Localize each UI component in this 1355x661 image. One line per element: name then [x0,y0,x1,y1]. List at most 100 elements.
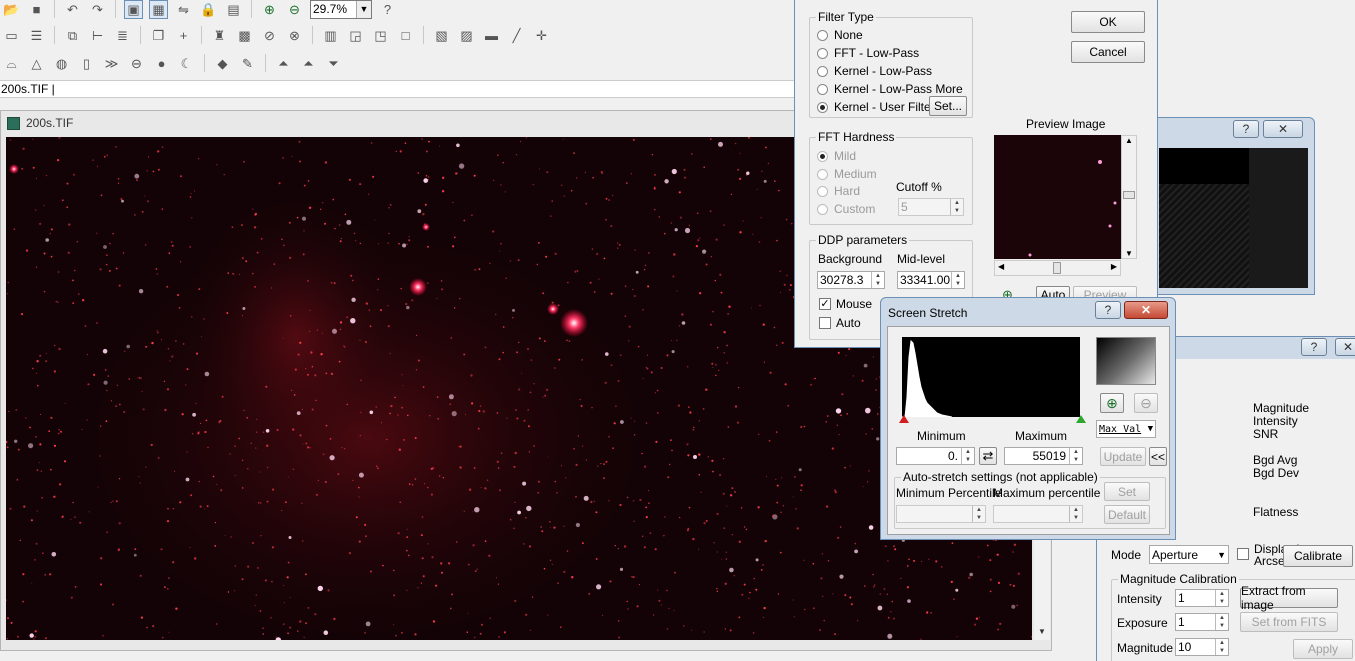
list-icon[interactable]: ≣ [113,26,132,45]
filter-radio-kernel-lowpass[interactable]: Kernel - Low-Pass [817,64,932,78]
sphere-icon[interactable]: ● [152,54,171,73]
exposure-spinner[interactable]: ▲ ▼ [1215,614,1228,630]
midlevel-spinner[interactable]: ▲ ▼ [951,272,964,288]
triangle-icon[interactable]: △ [27,54,46,73]
set-percentile-button[interactable]: Set [1104,482,1150,501]
spin-up-icon[interactable]: ▲ [872,272,884,280]
square-icon[interactable]: □ [396,26,415,45]
spin-up-icon[interactable]: ▲ [962,448,974,456]
minus-box-icon[interactable]: ▬ [482,26,501,45]
close-button[interactable]: ✕ [1124,301,1168,319]
maximum-spinner[interactable]: ▲ ▼ [1069,448,1082,464]
chevrons-icon[interactable]: ≫ [102,54,121,73]
filter-radio-fft[interactable]: FFT - Low-Pass [817,46,919,60]
crop-icon[interactable]: ⧉ [63,26,82,45]
image-view-icon[interactable]: ▣ [124,0,143,19]
close-button[interactable]: ✕ [1263,120,1303,138]
zoom-in-button[interactable]: ⊕ [1100,393,1124,413]
flat-icon[interactable]: ⏷ [324,54,343,73]
spin-up-icon[interactable]: ▲ [1216,639,1228,647]
spin-up-icon[interactable]: ▲ [1216,614,1228,622]
spin-up-icon[interactable]: ▲ [973,506,985,514]
spin-down-icon[interactable]: ▼ [951,207,963,215]
properties-icon[interactable]: ▤ [224,0,243,19]
spin-down-icon[interactable]: ▼ [962,456,974,464]
scroll-right-arrow-icon[interactable]: ▶ [1111,262,1117,271]
spin-down-icon[interactable]: ▼ [1070,514,1082,522]
spin-down-icon[interactable]: ▼ [1070,456,1082,464]
bar-graph-icon[interactable]: ▥ [321,26,340,45]
hat-icon[interactable]: ⌓ [2,54,21,73]
set-from-fits-button[interactable]: Set from FITS [1240,612,1338,632]
ok-button[interactable]: OK [1071,11,1145,33]
line-icon[interactable]: ╱ [507,26,526,45]
scroll-down-arrow-icon[interactable]: ▼ [1034,624,1050,640]
scroll-thumb[interactable] [1053,262,1061,274]
folder-open-icon[interactable]: 📂 [2,0,21,19]
redo-icon[interactable]: ↷ [88,0,107,19]
filter-radio-none[interactable]: None [817,28,863,42]
max-marker-icon[interactable] [1076,415,1086,423]
spin-down-icon[interactable]: ▼ [872,280,884,288]
min-marker-icon[interactable] [899,415,909,423]
spin-down-icon[interactable]: ▼ [1216,598,1228,606]
star-plus-icon[interactable]: ✛ [532,26,551,45]
image2-icon[interactable]: ▨ [457,26,476,45]
lock-icon[interactable]: 🔒 [199,0,218,19]
align-icon[interactable]: ⊢ [88,26,107,45]
max-percentile-spinner[interactable]: ▲ ▼ [1069,506,1082,522]
spin-up-icon[interactable]: ▲ [1070,506,1082,514]
filter-radio-kernel-lowpass-more[interactable]: Kernel - Low-Pass More [817,82,963,96]
spin-down-icon[interactable]: ▼ [1216,622,1228,630]
help-cursor-icon[interactable]: ? [378,0,397,19]
spin-down-icon[interactable]: ▼ [952,280,964,288]
scroll-down-arrow-icon[interactable]: ▼ [1125,249,1133,258]
stack2-icon[interactable]: ◳ [371,26,390,45]
ruler-icon[interactable]: ▭ [2,26,21,45]
add-icon[interactable]: + [174,26,193,45]
brush-icon[interactable]: ♜ [210,26,229,45]
scroll-thumb[interactable] [1123,191,1135,199]
preview-vscroll[interactable]: ▲ ▼ [1121,135,1137,259]
spin-down-icon[interactable]: ▼ [973,514,985,522]
filter-radio-kernel-user[interactable]: Kernel - User Filter [817,100,935,114]
cancel-button[interactable]: Cancel [1071,41,1145,63]
exposure-input[interactable]: 1 ▲ ▼ [1175,613,1229,631]
set-filter-button[interactable]: Set... [929,96,967,116]
flip-icon[interactable]: ⇋ [174,0,193,19]
spin-up-icon[interactable]: ▲ [951,199,963,207]
save-icon[interactable]: ■ [27,0,46,19]
default-button[interactable]: Default [1104,505,1150,524]
spin-up-icon[interactable]: ▲ [1216,590,1228,598]
mountain2-icon[interactable]: ⏶ [299,54,318,73]
mouse-checkbox[interactable]: ✓ Mouse [819,297,872,311]
help-button[interactable]: ? [1233,120,1259,138]
max-percentile-input[interactable]: ▲ ▼ [993,505,1083,523]
help-button[interactable]: ? [1095,301,1121,319]
auto-checkbox[interactable]: Auto [819,316,861,330]
cutoff-input[interactable]: 5 ▲ ▼ [898,198,964,216]
texture-icon[interactable]: ▩ [235,26,254,45]
calibrate-button[interactable]: Calibrate [1283,545,1353,567]
stack-icon[interactable]: ◲ [346,26,365,45]
image-icon[interactable]: ▧ [432,26,451,45]
update-button[interactable]: Update [1100,447,1146,466]
intensity-cal-input[interactable]: 1 ▲ ▼ [1175,589,1229,607]
file-path-bar[interactable]: 200s.TIF | [0,80,800,98]
spin-down-icon[interactable]: ▼ [1216,647,1228,655]
intensity-spinner[interactable]: ▲ ▼ [1215,590,1228,606]
hardness-radio-hard[interactable]: Hard [817,184,860,198]
zoom-in-icon[interactable]: ⊕ [260,0,279,19]
mode-select[interactable]: Aperture ▼ [1149,545,1229,564]
min-percentile-input[interactable]: ▲ ▼ [896,505,986,523]
zoom-out-button[interactable]: ⊖ [1134,393,1158,413]
crescent-icon[interactable]: ☾ [177,54,196,73]
no-entry-icon[interactable]: ⊘ [260,26,279,45]
zoom-out-icon[interactable]: ⊖ [285,0,304,19]
cutoff-spinner[interactable]: ▲ ▼ [950,199,963,215]
dash-circle-icon[interactable]: ⊖ [127,54,146,73]
histogram-chart[interactable] [902,337,1080,417]
globe-icon[interactable]: ◍ [52,54,71,73]
scroll-up-arrow-icon[interactable]: ▲ [1125,136,1133,145]
copy-icon[interactable]: ❐ [149,26,168,45]
